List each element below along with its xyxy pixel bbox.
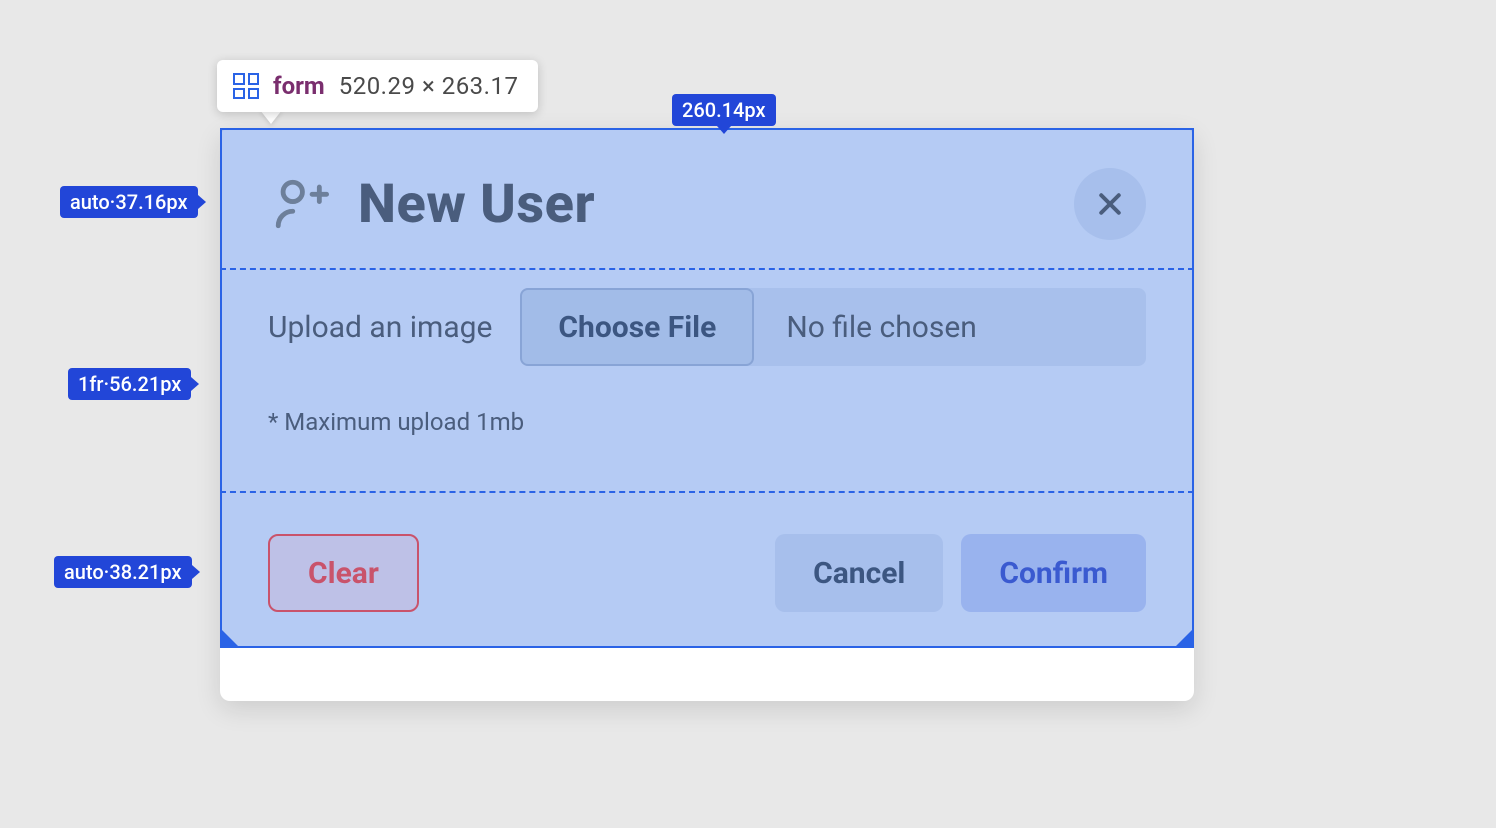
form-header: New User (268, 168, 1146, 240)
file-input[interactable]: Choose File No file chosen (520, 288, 1146, 366)
grid-icon (233, 73, 259, 99)
grid-row-size-pill-1: auto·37.16px (60, 186, 198, 218)
new-user-form: New User Upload an image Choose File No … (220, 128, 1194, 648)
file-chosen-text: No file chosen (754, 288, 1009, 366)
form-body: Upload an image Choose File No file chos… (268, 240, 1146, 528)
form-footer: Clear Cancel Confirm (268, 528, 1146, 612)
grid-column-size-pill: 260.14px (672, 94, 776, 126)
close-button[interactable] (1074, 168, 1146, 240)
clear-button[interactable]: Clear (268, 534, 419, 612)
grid-row-size-pill-2: 1fr·56.21px (68, 368, 191, 400)
confirm-button[interactable]: Confirm (961, 534, 1146, 612)
upload-row: Upload an image Choose File No file chos… (268, 288, 1146, 366)
choose-file-button[interactable]: Choose File (520, 288, 754, 366)
tooltip-tag: form (273, 72, 325, 100)
form-title: New User (358, 173, 595, 236)
upload-hint: * Maximum upload 1mb (268, 408, 1146, 436)
grid-row-size-pill-3: auto·38.21px (54, 556, 192, 588)
devtools-inspect-tooltip: form 520.29 × 263.17 (217, 60, 538, 112)
user-plus-icon (268, 175, 332, 233)
cancel-button[interactable]: Cancel (775, 534, 943, 612)
close-icon (1095, 189, 1125, 219)
form-card: New User Upload an image Choose File No … (220, 128, 1194, 701)
tooltip-tail (260, 110, 282, 124)
upload-label: Upload an image (268, 310, 492, 345)
tooltip-dimensions: 520.29 × 263.17 (339, 72, 519, 100)
